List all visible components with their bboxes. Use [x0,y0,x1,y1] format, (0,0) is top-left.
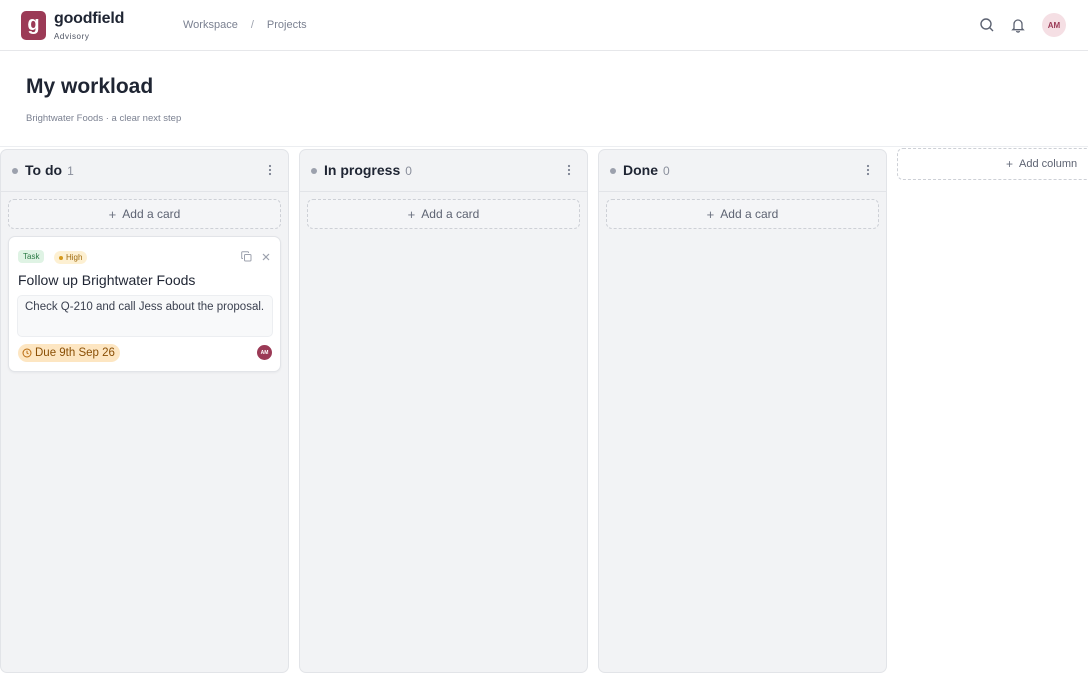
more-vertical-icon[interactable] [863,163,873,177]
breadcrumb-separator: / [250,19,254,31]
column-status-dot [610,168,616,174]
plus-icon: + [1006,157,1014,171]
plus-icon: + [407,206,416,222]
column-count: 0 [663,164,670,178]
column-title-text: Done [623,162,658,178]
column-count: 1 [67,164,74,178]
card-priority-badge: High [54,251,88,264]
column-status-dot [311,168,317,174]
add-card-label: Add a card [122,207,181,221]
priority-dot [59,255,63,260]
column-header: Done 0 [599,150,886,192]
due-date-badge: Due 9th Sep 26 [18,344,120,362]
card-description: Check Q-210 and call Jess about the prop… [17,295,273,337]
column-status-dot [12,168,18,174]
more-vertical-icon[interactable] [564,163,574,177]
breadcrumb-workspace[interactable]: Workspace [183,19,238,31]
card-type-tag: Task [18,250,45,263]
column-header: To do 1 [1,150,288,192]
clock-icon [22,348,32,358]
due-date-label: Due 9th Sep 26 [35,347,115,359]
task-card[interactable]: Task High Follow up Brightwater Foods Ch… [8,236,281,372]
column-header: In progress 0 [300,150,587,192]
column-count: 0 [405,164,412,178]
column-title: In progress 0 [324,162,412,178]
brand-logo[interactable]: g [21,11,46,40]
assignee-avatar[interactable]: AM [257,345,272,360]
add-column-label: Add column [1019,158,1078,170]
bell-icon[interactable] [1010,17,1026,33]
column-to-do: To do 1 + Add a card Task High Follow up … [0,149,289,673]
add-card-label: Add a card [720,207,779,221]
column-title: Done 0 [623,162,670,178]
search-icon[interactable] [979,17,995,33]
page-subtitle: Brightwater Foods · a clear next step [26,113,182,124]
user-avatar[interactable]: AM [1042,13,1066,37]
column-in-progress: In progress 0 + Add a card [299,149,588,673]
column-title-text: To do [25,162,63,178]
card-title: Follow up Brightwater Foods [18,272,196,288]
add-card-label: Add a card [421,207,480,221]
breadcrumb: Workspace / Projects [183,19,307,31]
more-vertical-icon[interactable] [265,163,275,177]
board-divider [0,146,1088,147]
page-title: My workload [26,75,154,98]
column-done: Done 0 + Add a card [598,149,887,673]
add-card-button[interactable]: + Add a card [307,199,580,229]
brand-name: goodfield [54,10,125,27]
add-column-button[interactable]: + Add column [897,148,1088,180]
duplicate-icon[interactable] [241,249,252,262]
column-title-text: In progress [324,162,401,178]
breadcrumb-projects[interactable]: Projects [267,19,307,31]
top-bar: g goodfield Advisory Workspace / Project… [0,0,1088,51]
add-card-button[interactable]: + Add a card [606,199,879,229]
plus-icon: + [108,206,117,222]
column-title: To do 1 [25,162,74,178]
brand-subtitle: Advisory [54,32,90,41]
add-card-button[interactable]: + Add a card [8,199,281,229]
plus-icon: + [706,206,715,222]
close-icon[interactable] [261,249,271,261]
brand-logo-letter: g [27,13,40,35]
card-priority-label: High [66,253,83,262]
